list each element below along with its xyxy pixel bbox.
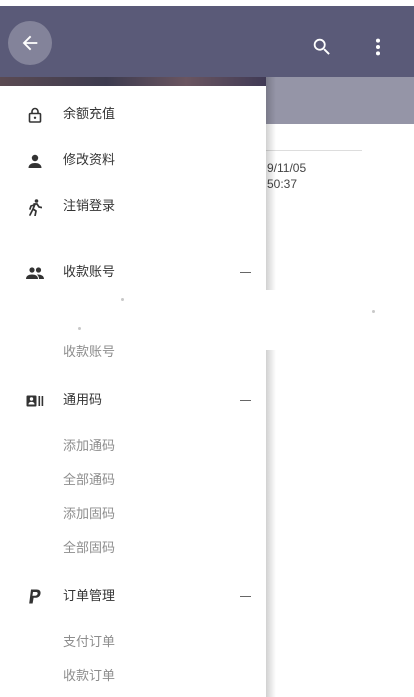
submenu-item-all-fixed-codes[interactable]: 全部固码 (63, 540, 115, 556)
badge-icon (26, 392, 44, 410)
menu-group-label: 订单管理 (63, 588, 116, 603)
menu-group-label: 收款账号 (63, 264, 116, 279)
navigation-drawer: 余额充值 修改资料 注销登录 收款账号 收款账号 通用码 添加通码 全部通码 添… (0, 77, 266, 697)
submenu-item-receipt-orders[interactable]: 收款订单 (63, 668, 115, 684)
drawer-shadow (266, 77, 276, 697)
collapse-icon[interactable] (240, 596, 251, 597)
search-icon (313, 38, 330, 55)
more-vert-icon (375, 38, 381, 56)
menu-item-logout[interactable]: 注销登录 (0, 188, 266, 224)
search-button[interactable] (311, 36, 333, 63)
submenu-item-add-fixed-code[interactable]: 添加固码 (63, 506, 115, 522)
paypal-icon (26, 588, 44, 606)
submenu-item-payment-orders[interactable]: 支付订单 (63, 634, 115, 650)
obscured-region (265, 290, 380, 350)
blur-artifact (78, 327, 81, 330)
back-button[interactable] (8, 21, 52, 65)
blur-artifact (372, 310, 375, 313)
menu-group-label: 通用码 (63, 392, 103, 407)
person-icon (26, 152, 44, 170)
drawer-header-image (0, 77, 266, 86)
menu-item-edit-profile[interactable]: 修改资料 (0, 142, 266, 178)
menu-item-label: 修改资料 (63, 152, 116, 167)
divider (266, 150, 362, 151)
submenu-item-all-codes[interactable]: 全部通码 (63, 472, 115, 488)
menu-item-label: 注销登录 (63, 198, 116, 213)
collapse-icon[interactable] (240, 400, 251, 401)
menu-group-accounts[interactable]: 收款账号 (0, 254, 266, 290)
menu-group-codes[interactable]: 通用码 (0, 382, 266, 418)
arrow-left-icon (22, 35, 38, 51)
lock-icon (26, 106, 44, 124)
people-icon (26, 264, 44, 282)
submenu-item-accounts[interactable]: 收款账号 (63, 344, 115, 357)
submenu-item-add-code[interactable]: 添加通码 (63, 438, 115, 454)
menu-item-label: 余额充值 (63, 106, 116, 121)
menu-group-orders[interactable]: 订单管理 (0, 578, 266, 614)
menu-item-recharge[interactable]: 余额充值 (0, 96, 266, 132)
app-bar (0, 6, 414, 77)
more-options-button[interactable] (370, 36, 386, 63)
blur-artifact (121, 298, 124, 301)
collapse-icon[interactable] (240, 272, 251, 273)
content-card (266, 124, 414, 697)
sub-header (266, 77, 414, 124)
run-icon (26, 198, 44, 216)
